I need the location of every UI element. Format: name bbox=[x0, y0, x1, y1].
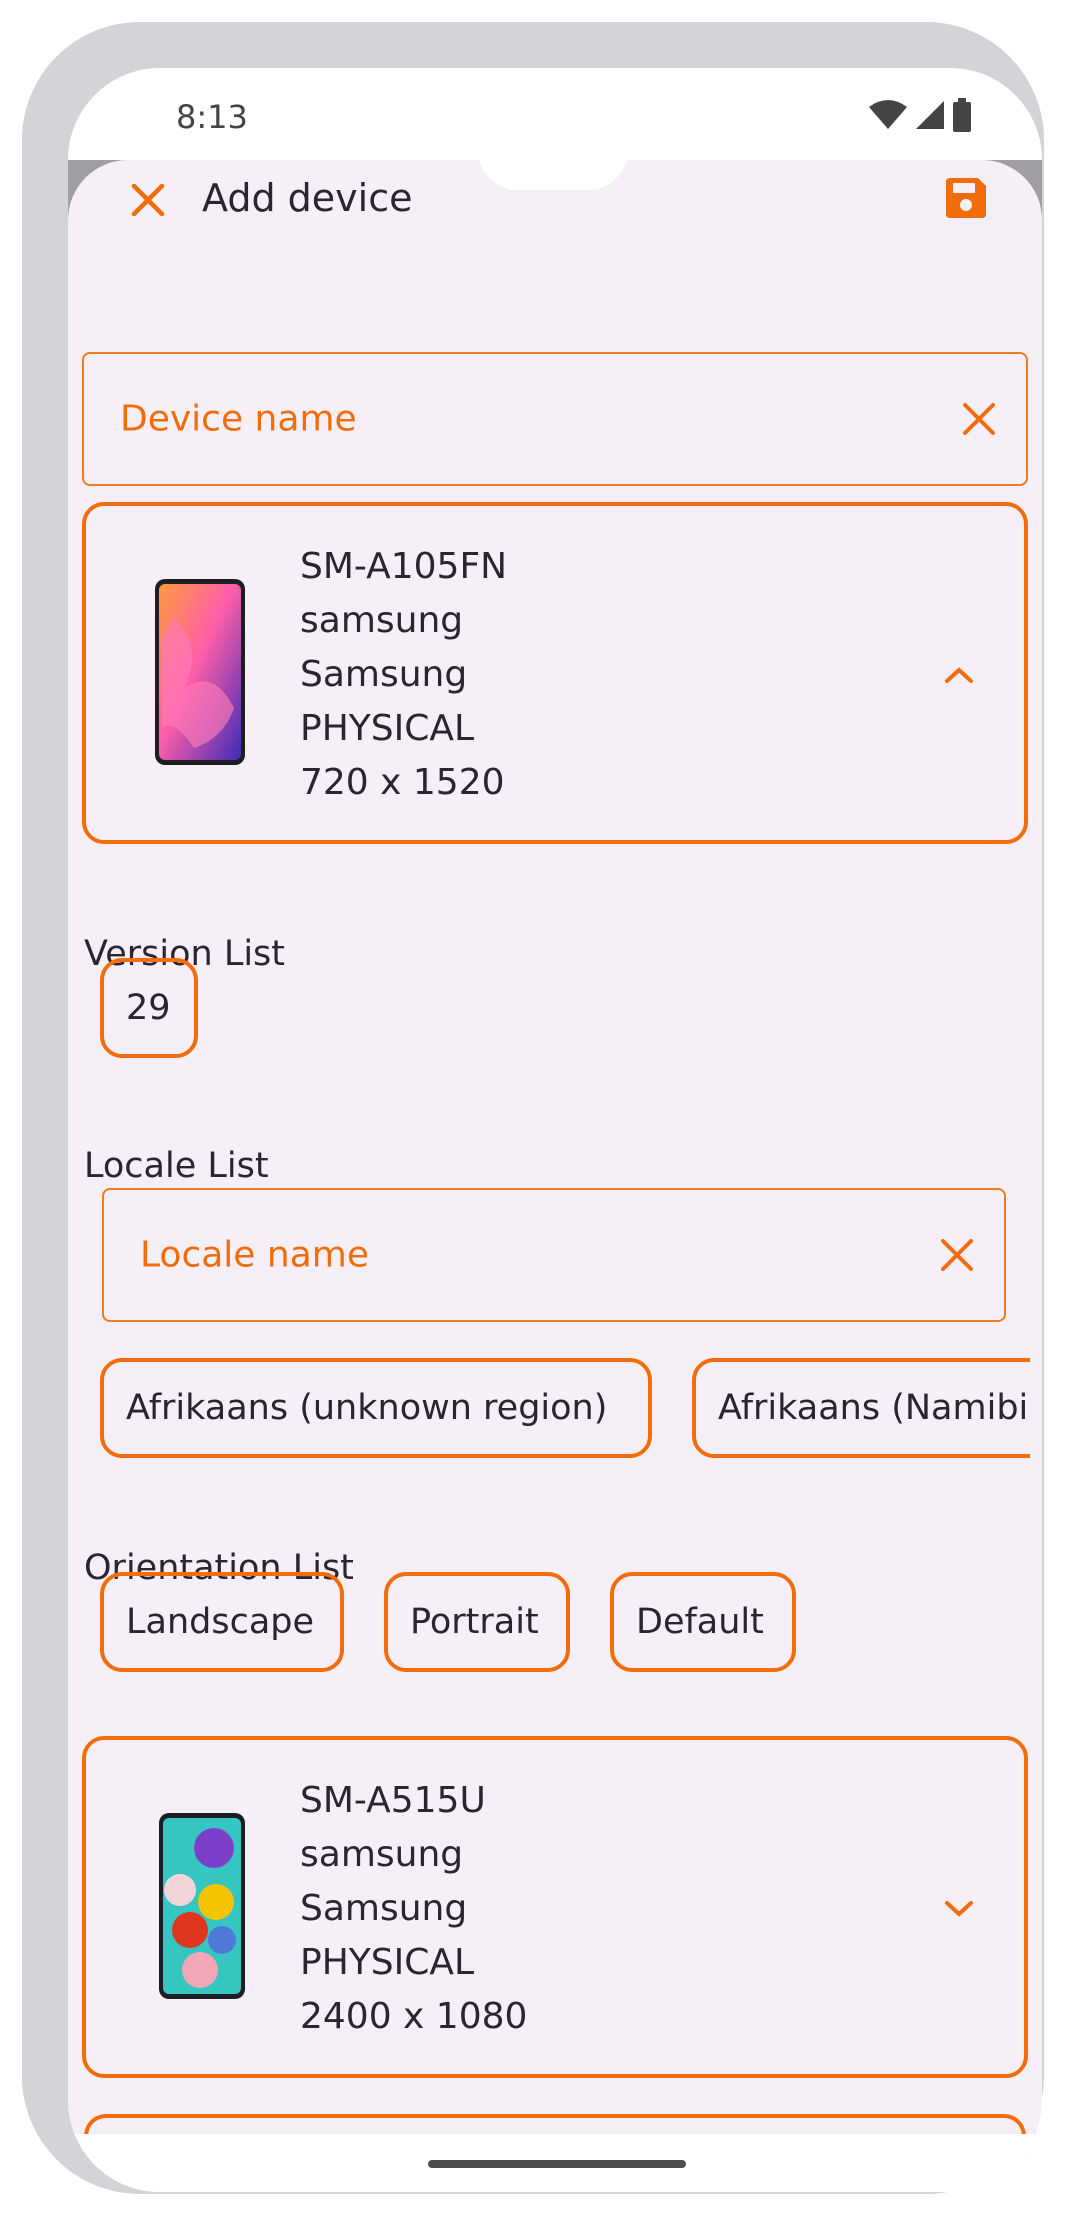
device-name-label: Device name bbox=[120, 398, 357, 440]
expand-button[interactable] bbox=[934, 1884, 984, 1934]
phone-frame: 8:13 Add device Device name SM-A105FN sa… bbox=[22, 22, 1044, 2194]
close-icon bbox=[131, 183, 165, 217]
locale-list-heading: Locale List bbox=[84, 1146, 269, 1186]
orientation-chip-landscape[interactable]: Landscape bbox=[100, 1572, 344, 1672]
save-button[interactable] bbox=[936, 168, 996, 228]
screen: 8:13 Add device Device name SM-A105FN sa… bbox=[68, 68, 1042, 2192]
close-icon bbox=[963, 403, 995, 435]
device-model: SM-A105FN bbox=[300, 546, 508, 587]
locale-chip-row: Afrikaans (unknown region) Afrikaans (Na… bbox=[98, 1358, 1030, 1468]
page-title: Add device bbox=[202, 176, 413, 220]
collapse-button[interactable] bbox=[934, 650, 984, 700]
chevron-up-icon bbox=[945, 667, 973, 683]
device-resolution: 720 x 1520 bbox=[300, 762, 505, 803]
camera-notch bbox=[478, 150, 628, 190]
orientation-chip-default[interactable]: Default bbox=[610, 1572, 796, 1672]
device-manufacturer: Samsung bbox=[300, 1888, 468, 1929]
device-card[interactable]: SM-A515U samsung Samsung PHYSICAL 2400 x… bbox=[82, 1736, 1028, 2078]
device-details: SM-A515U samsung Samsung PHYSICAL 2400 x… bbox=[300, 1774, 527, 2044]
home-indicator[interactable] bbox=[428, 2160, 686, 2168]
locale-name-field[interactable]: Locale name bbox=[102, 1188, 1006, 1322]
locale-chip[interactable]: Afrikaans (Namibia) bbox=[692, 1358, 1030, 1458]
status-icons bbox=[868, 98, 972, 132]
status-bar: 8:13 bbox=[68, 68, 1042, 160]
clear-locale-name-button[interactable] bbox=[932, 1230, 982, 1280]
close-icon bbox=[941, 1239, 973, 1271]
device-card[interactable]: SM-A105FN samsung Samsung PHYSICAL 720 x… bbox=[82, 502, 1028, 844]
device-manufacturer: Samsung bbox=[300, 654, 468, 695]
close-button[interactable] bbox=[120, 172, 176, 228]
version-chip[interactable]: 29 bbox=[100, 958, 198, 1058]
device-thumbnail bbox=[159, 1813, 245, 1999]
clear-device-name-button[interactable] bbox=[954, 394, 1004, 444]
battery-icon bbox=[953, 98, 971, 132]
device-name-field[interactable]: Device name bbox=[82, 352, 1028, 486]
chevron-down-icon bbox=[945, 1901, 973, 1917]
locale-name-label: Locale name bbox=[140, 1234, 369, 1276]
wifi-icon bbox=[869, 100, 907, 129]
locale-chip[interactable]: Afrikaans (unknown region) bbox=[100, 1358, 652, 1458]
device-model: SM-A515U bbox=[300, 1780, 486, 1821]
device-resolution: 2400 x 1080 bbox=[300, 1996, 528, 2037]
signal-icon bbox=[916, 101, 944, 129]
device-form-factor: PHYSICAL bbox=[300, 708, 475, 749]
device-details: SM-A105FN samsung Samsung PHYSICAL 720 x… bbox=[300, 540, 507, 810]
orientation-chip-portrait[interactable]: Portrait bbox=[384, 1572, 570, 1672]
device-brand: samsung bbox=[300, 1834, 464, 1875]
save-icon bbox=[946, 178, 986, 218]
device-thumbnail bbox=[155, 579, 245, 765]
status-time: 8:13 bbox=[176, 98, 248, 136]
device-brand: samsung bbox=[300, 600, 464, 641]
device-form-factor: PHYSICAL bbox=[300, 1942, 475, 1983]
